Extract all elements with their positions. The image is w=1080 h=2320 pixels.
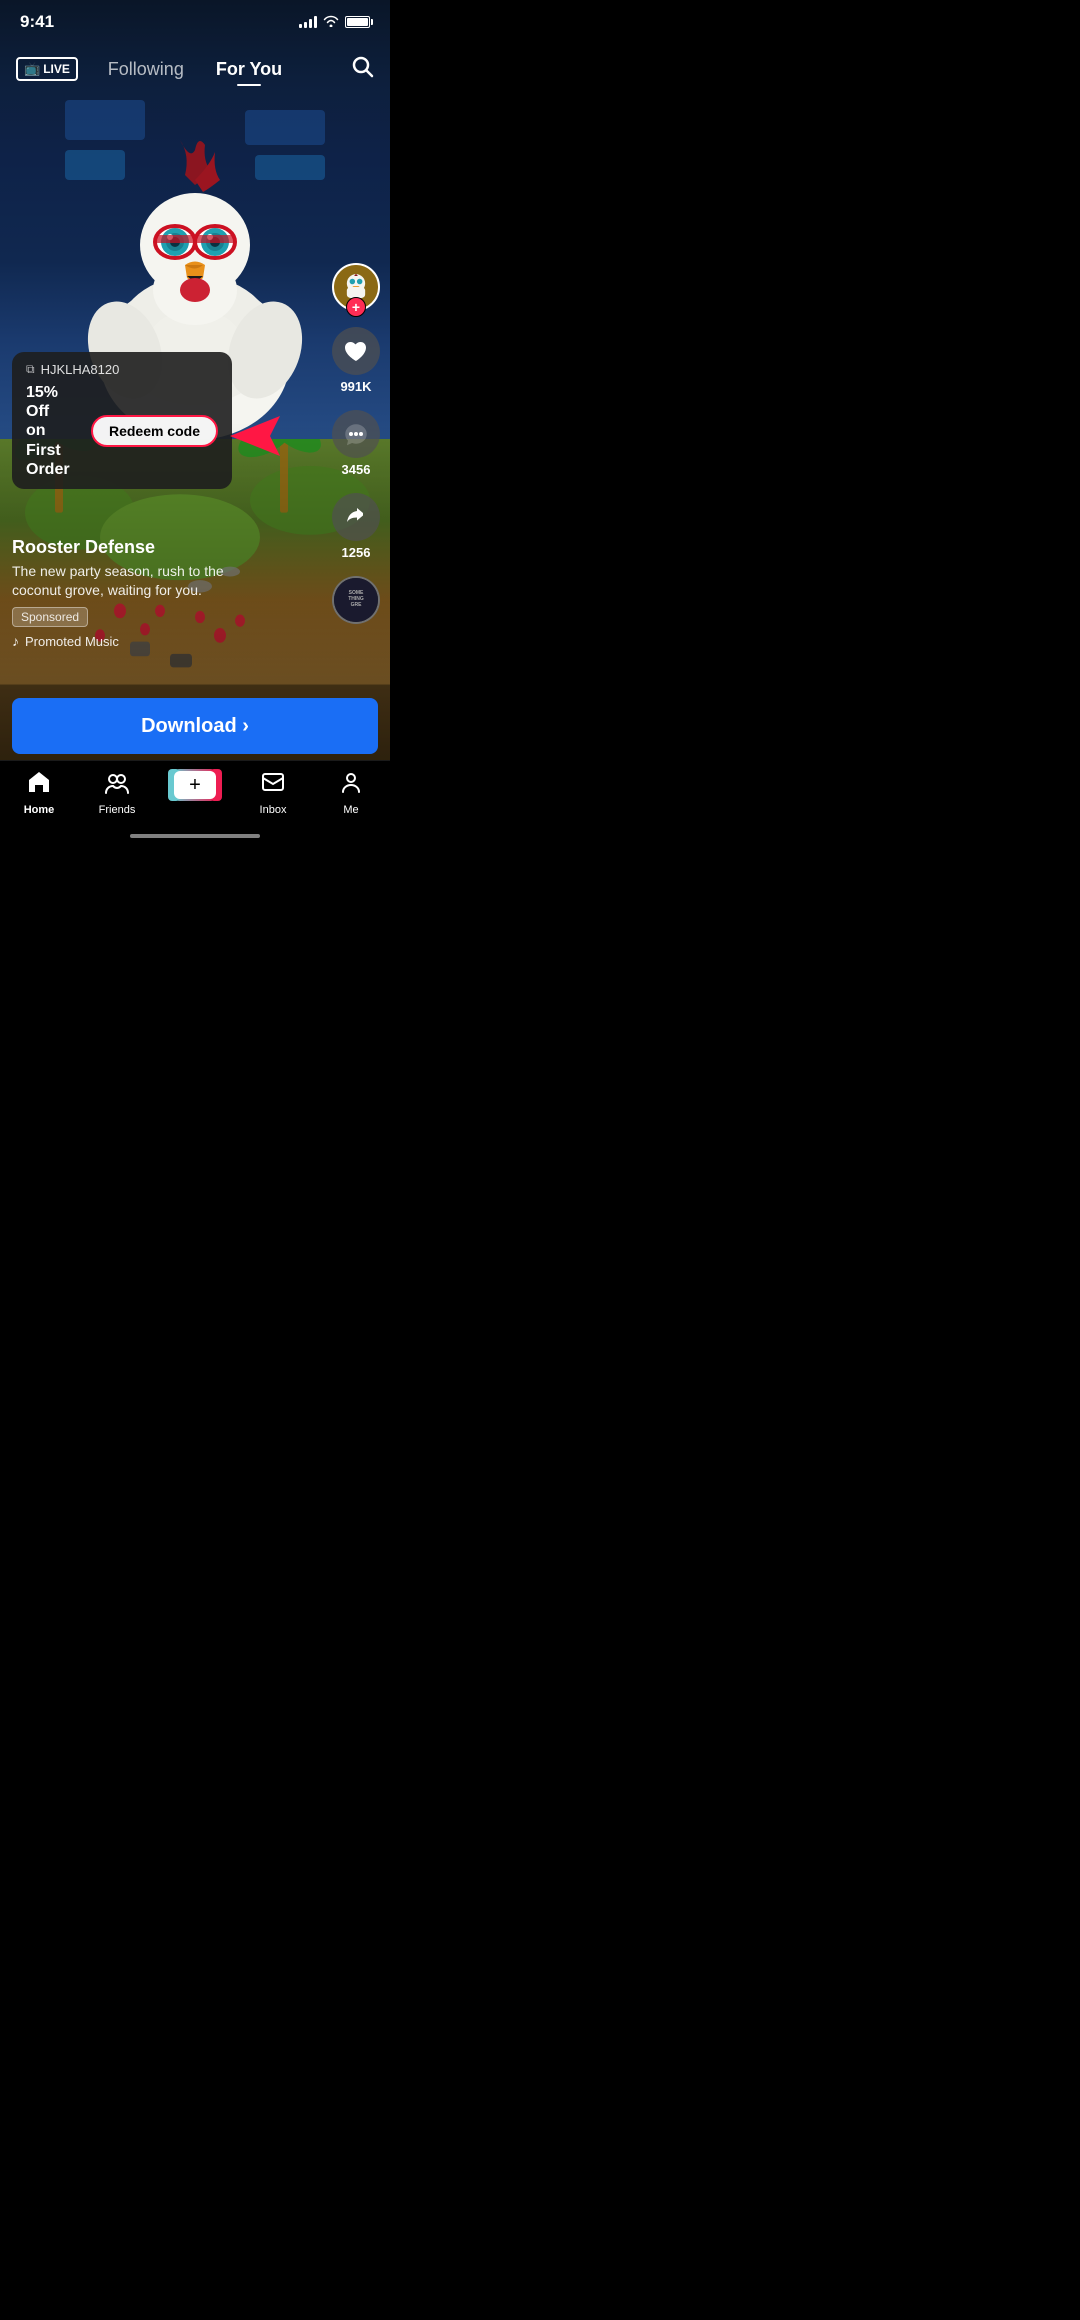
- share-icon: [332, 493, 380, 541]
- avatar-container: +: [332, 263, 380, 311]
- wifi-icon: [323, 14, 339, 30]
- promo-main-row: 15% Off on First Order Redeem code: [26, 383, 218, 479]
- download-button[interactable]: Download ›: [12, 698, 378, 754]
- status-time: 9:41: [20, 12, 54, 32]
- comment-button[interactable]: 3456: [332, 410, 380, 477]
- home-icon: [26, 769, 52, 802]
- comment-count: 3456: [342, 462, 371, 477]
- like-button[interactable]: 991K: [332, 327, 380, 394]
- friends-label: Friends: [99, 804, 136, 816]
- create-icon: +: [172, 769, 218, 801]
- live-label: LIVE: [43, 62, 70, 76]
- nav-inbox[interactable]: Inbox: [238, 769, 308, 816]
- search-button[interactable]: [350, 54, 374, 84]
- home-label: Home: [24, 804, 55, 816]
- like-count: 991K: [340, 379, 371, 394]
- nav-create[interactable]: +: [160, 769, 230, 801]
- thumbnail-text: SOME THING GRE: [334, 578, 378, 622]
- promo-banner: ⧉ HJKLHA8120 15% Off on First Order Rede…: [12, 352, 232, 489]
- redeem-button[interactable]: Redeem code: [91, 415, 218, 447]
- promo-code-row: ⧉ HJKLHA8120: [26, 362, 218, 377]
- bottom-nav: Home Friends +: [0, 760, 390, 844]
- nav-header: 📺 LIVE Following For You: [0, 44, 390, 94]
- tab-foryou[interactable]: For You: [216, 59, 282, 80]
- tv-icon: 📺: [24, 61, 40, 77]
- content-title: Rooster Defense: [12, 537, 320, 558]
- music-icon: ♪: [12, 633, 19, 649]
- share-button[interactable]: 1256: [332, 493, 380, 560]
- tab-following[interactable]: Following: [108, 59, 184, 80]
- follow-plus-badge[interactable]: +: [346, 297, 366, 317]
- related-video-thumbnail[interactable]: SOME THING GRE: [332, 576, 380, 624]
- promo-code: HJKLHA8120: [41, 362, 120, 377]
- status-icons: [299, 14, 370, 30]
- copy-icon: ⧉: [26, 362, 35, 377]
- inbox-icon: [260, 769, 286, 802]
- home-indicator: [130, 834, 260, 838]
- share-count: 1256: [342, 545, 371, 560]
- inbox-label: Inbox: [260, 804, 287, 816]
- nav-home[interactable]: Home: [4, 769, 74, 816]
- sponsored-badge: Sponsored: [12, 607, 88, 627]
- download-label: Download ›: [141, 715, 249, 738]
- music-row: ♪ Promoted Music: [12, 633, 320, 649]
- content-info: Rooster Defense The new party season, ru…: [12, 537, 320, 649]
- content-desc: The new party season, rush to the coconu…: [12, 562, 320, 601]
- svg-text:GRE: GRE: [351, 602, 363, 608]
- battery-icon: [345, 16, 370, 28]
- live-button[interactable]: 📺 LIVE: [16, 57, 78, 81]
- like-icon: [332, 327, 380, 375]
- me-label: Me: [343, 804, 358, 816]
- nav-friends[interactable]: Friends: [82, 769, 152, 816]
- profile-icon: [338, 769, 364, 802]
- promo-discount: 15% Off on First Order: [26, 383, 81, 479]
- friends-icon: [103, 769, 131, 802]
- nav-tabs: Following For You: [108, 59, 282, 80]
- create-button[interactable]: +: [171, 769, 219, 801]
- nav-me[interactable]: Me: [316, 769, 386, 816]
- status-bar: 9:41: [0, 0, 390, 44]
- comment-icon: [332, 410, 380, 458]
- right-actions: + 991K 3456: [332, 263, 380, 624]
- music-label: Promoted Music: [25, 634, 119, 649]
- arrow-indicator: [230, 411, 310, 474]
- signal-icon: [299, 16, 317, 28]
- screen: 9:41 📺 LIVE Following For Yo: [0, 0, 390, 844]
